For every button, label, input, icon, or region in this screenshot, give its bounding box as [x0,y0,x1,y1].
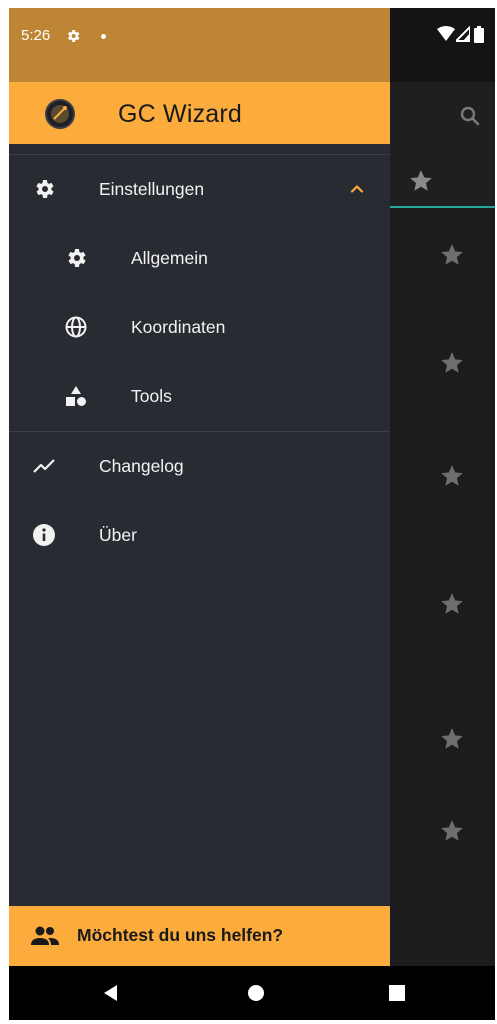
star-icon [441,728,463,749]
notification-dot [101,34,106,39]
app-logo [45,99,75,129]
trend-icon [33,459,55,473]
status-bar: 5:26 [9,8,390,82]
background-tab-bar [390,152,495,208]
nav-item-tools[interactable]: Tools [9,366,390,426]
nav-item-label: Über [99,525,137,545]
star-icon [410,170,432,191]
star-icon [441,352,463,373]
signal-icon [456,26,470,42]
nav-item-label: Tools [131,386,172,406]
settings-notification-icon [67,30,80,42]
nav-item-label: Changelog [99,456,184,476]
nav-item-changelog[interactable]: Changelog [9,436,390,496]
system-navigation-bar [9,966,495,1020]
nav-item-allgemein[interactable]: Allgemein [9,228,390,288]
battery-icon [474,26,484,43]
help-us-button[interactable]: Möchtest du uns helfen? [9,906,390,966]
tab-indicator [390,206,495,208]
nav-item-label: Allgemein [131,248,208,268]
phone-screen: 5:26 GC Wizard Einstellungen Allgemein K… [9,8,495,1020]
nav-item-einstellungen[interactable]: Einstellungen [9,159,390,219]
nav-item-label: Koordinaten [131,317,226,337]
help-label: Möchtest du uns helfen? [77,925,284,945]
background-app [390,8,495,966]
people-icon [31,926,59,945]
star-icon [441,244,463,265]
shapes-icon [66,386,86,406]
drawer-header: GC Wizard [9,82,390,144]
wizard-logo-icon [51,105,69,123]
nav-item-ueber[interactable]: Über [9,505,390,565]
wifi-icon [437,26,455,41]
status-time: 5:26 [21,27,51,44]
chevron-up-icon[interactable] [345,177,369,201]
star-icon [441,820,463,841]
nav-item-label: Einstellungen [99,179,205,199]
globe-icon [65,316,87,338]
star-icon [441,593,463,614]
nav-item-koordinaten[interactable]: Koordinaten [9,297,390,357]
info-icon [33,524,55,546]
status-icons [390,8,495,82]
background-status-bar [390,8,495,82]
recents-icon[interactable] [385,981,409,1005]
background-app-bar [390,82,495,152]
navigation-drawer: 5:26 GC Wizard Einstellungen Allgemein K… [9,8,390,966]
divider [9,431,390,432]
star-icon [441,465,463,486]
gear-icon [36,180,54,198]
app-title: GC Wizard [118,100,243,128]
divider [9,154,390,155]
home-icon[interactable] [244,981,268,1005]
back-icon[interactable] [99,981,123,1005]
search-icon [460,106,480,126]
gear-icon [68,249,86,267]
